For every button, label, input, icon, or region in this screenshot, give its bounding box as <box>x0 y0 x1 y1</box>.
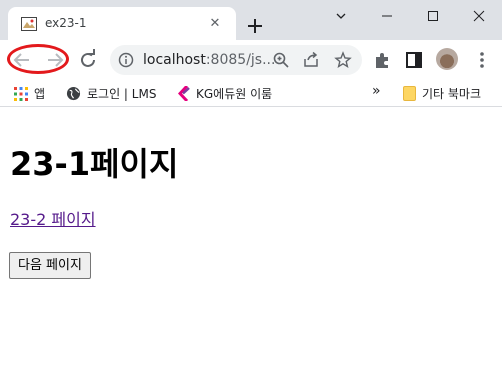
bookmark-lms-login[interactable]: 로그인 | LMS <box>66 85 156 103</box>
site-info-icon[interactable] <box>118 52 134 68</box>
url-host: localhost <box>143 52 206 68</box>
zoom-icon[interactable] <box>272 51 290 69</box>
more-menu-icon[interactable] <box>470 48 494 72</box>
tab-strip: ex23-1 ✕ <box>0 0 502 40</box>
page-content: 23-1페이지 23-2 페이지 다음 페이지 <box>0 108 502 391</box>
url-path: :8085/js... <box>205 52 276 68</box>
bookmark-label: 로그인 | LMS <box>87 87 157 101</box>
annotation-circle <box>7 44 69 74</box>
bookmark-label: 기타 북마크 <box>422 87 482 101</box>
bookmark-star-icon[interactable] <box>334 51 352 69</box>
close-window-icon[interactable] <box>456 0 502 32</box>
close-tab-icon[interactable]: ✕ <box>206 15 224 33</box>
browser-toolbar: localhost:8085/js... <box>0 40 502 80</box>
bookmarks-bar: 앱 로그인 | LMS KG에듀원 이룸 » 기타 북마크 <box>0 80 502 107</box>
bookmarks-overflow-chevron[interactable]: » <box>372 83 381 101</box>
browser-tab[interactable]: ex23-1 ✕ <box>8 7 236 40</box>
next-page-button[interactable]: 다음 페이지 <box>9 252 91 279</box>
maximize-icon[interactable] <box>410 0 456 32</box>
page-favicon-icon <box>21 17 37 31</box>
apps-grid-icon <box>14 86 28 101</box>
other-bookmarks-folder[interactable]: 기타 북마크 <box>403 85 481 103</box>
new-tab-icon[interactable] <box>243 14 267 38</box>
bookmark-label: 앱 <box>34 87 46 101</box>
side-panel-icon[interactable] <box>402 48 426 72</box>
bookmark-apps[interactable]: 앱 <box>14 85 45 103</box>
folder-icon <box>403 86 416 101</box>
extensions-puzzle-icon[interactable] <box>371 48 395 72</box>
page-23-2-link[interactable]: 23-2 페이지 <box>10 206 96 230</box>
share-icon[interactable] <box>302 51 320 69</box>
kg-logo-icon <box>178 86 190 101</box>
url-text[interactable]: localhost:8085/js... <box>143 52 275 68</box>
page-title: 23-1페이지 <box>10 145 179 183</box>
address-bar[interactable]: localhost:8085/js... <box>110 45 362 75</box>
reload-icon[interactable] <box>76 48 100 72</box>
tab-search-chevron-icon[interactable] <box>318 0 364 32</box>
profile-avatar[interactable] <box>436 48 458 70</box>
globe-icon <box>66 86 81 101</box>
bookmark-kg-eduone[interactable]: KG에듀원 이룸 <box>178 85 272 103</box>
bookmark-label: KG에듀원 이룸 <box>196 87 273 101</box>
tab-title: ex23-1 <box>45 16 87 30</box>
minimize-icon[interactable] <box>364 0 410 32</box>
